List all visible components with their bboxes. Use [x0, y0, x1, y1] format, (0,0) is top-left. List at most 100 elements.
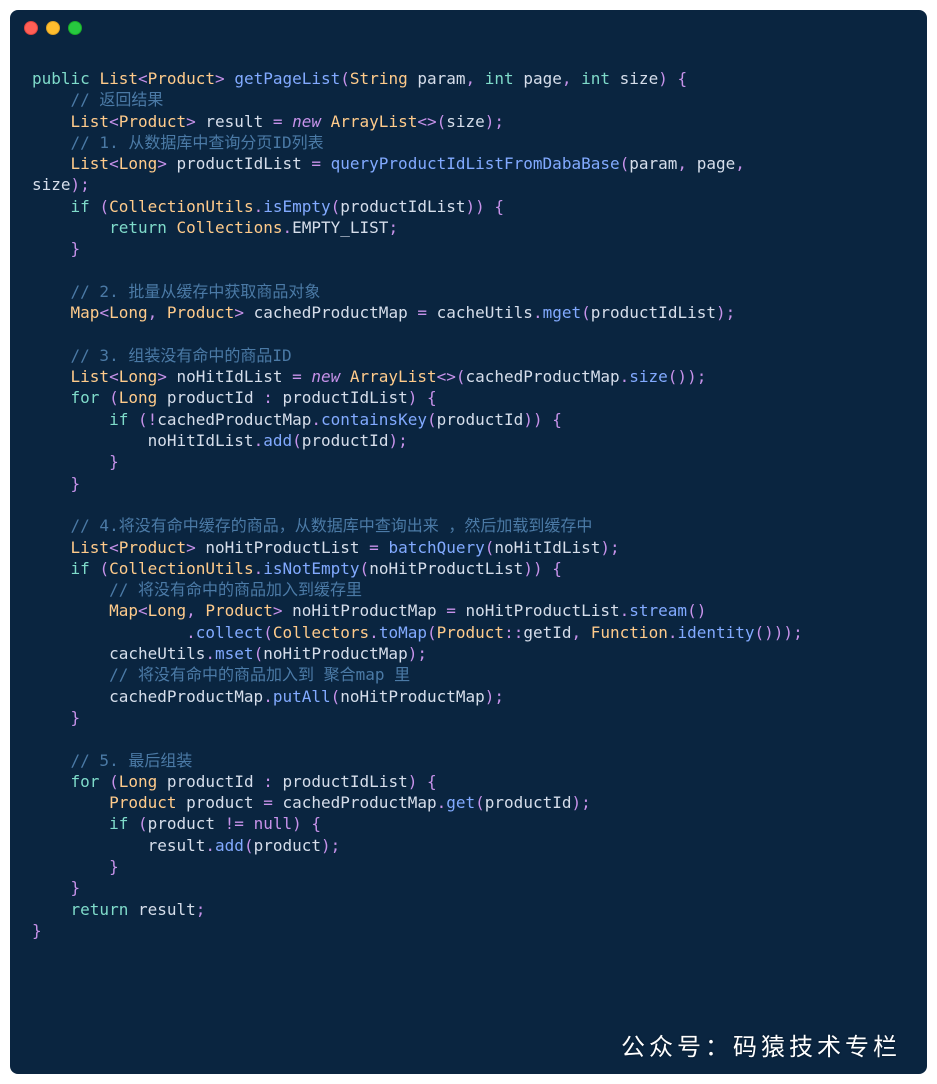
code-token: new [292, 112, 331, 131]
code-token: Long [119, 367, 158, 386]
code-token [32, 708, 71, 727]
code-token: , [186, 601, 205, 620]
code-token: productIdList [177, 154, 312, 173]
code-token: size [446, 112, 485, 131]
code-token: = [446, 601, 465, 620]
code-token: toMap [379, 623, 427, 642]
code-token: new [311, 367, 350, 386]
code-token: ( [340, 69, 350, 88]
code-token: > [157, 154, 176, 173]
code-token: param [408, 69, 466, 88]
code-token: // 将没有命中的商品加入到 聚合map 里 [109, 665, 410, 684]
code-token: . [369, 623, 379, 642]
code-token: noHitIdList [494, 538, 600, 557]
code-token: . [205, 836, 215, 855]
code-token: Product [119, 112, 186, 131]
code-token: ( [581, 303, 591, 322]
code-token: ( [263, 623, 273, 642]
page-frame: public List<Product> getPageList(String … [0, 0, 937, 1084]
code-token: ( [138, 814, 148, 833]
code-token: ArrayList [331, 112, 418, 131]
code-token: productId [302, 431, 389, 450]
code-token: Product [109, 793, 176, 812]
code-token [32, 559, 71, 578]
code-token: Product [437, 623, 504, 642]
code-token: cachedProductMap [466, 367, 620, 386]
code-token [32, 474, 71, 493]
watermark-text: 公众号：码猿技术专栏 [621, 1027, 901, 1062]
code-token: batchQuery [388, 538, 484, 557]
code-token: > [186, 538, 205, 557]
code-token [32, 601, 109, 620]
code-token: ); [600, 538, 619, 557]
code-token: Long [119, 772, 158, 791]
code-token [32, 878, 71, 897]
code-token: CollectionUtils [109, 559, 254, 578]
code-token: () [687, 601, 706, 620]
code-token: productId [437, 410, 524, 429]
code-token: int [581, 69, 610, 88]
code-token [32, 516, 71, 535]
code-token: cacheUtils [32, 644, 205, 663]
code-token: CollectionUtils [109, 197, 254, 216]
code-token: <>( [417, 112, 446, 131]
code-token: noHitProductList [369, 559, 523, 578]
code-token [90, 197, 100, 216]
code-token: Long [119, 388, 158, 407]
code-token: . [254, 431, 264, 450]
code-token: noHitProductList [205, 538, 369, 557]
code-token: noHitIdList [32, 431, 254, 450]
code-token: noHitProductMap [263, 644, 408, 663]
code-token: ) { [292, 814, 321, 833]
minimize-icon[interactable] [46, 21, 60, 35]
code-token [32, 218, 109, 237]
code-token: > [273, 601, 292, 620]
code-token: ); [388, 431, 407, 450]
code-token [90, 559, 100, 578]
code-token: EMPTY_LIST [292, 218, 388, 237]
code-token: page [697, 154, 736, 173]
code-token: , [466, 69, 485, 88]
code-token: . [205, 644, 215, 663]
code-token: ( [254, 644, 264, 663]
code-token: cacheUtils [437, 303, 533, 322]
code-token: ( [331, 687, 341, 706]
code-token: cachedProductMap [157, 410, 311, 429]
code-token [99, 388, 109, 407]
code-token: mget [543, 303, 582, 322]
code-token [90, 69, 100, 88]
code-token [32, 388, 71, 407]
code-token: productId [157, 388, 263, 407]
code-token: get [446, 793, 475, 812]
code-token [32, 772, 71, 791]
code-token: isEmpty [263, 197, 330, 216]
code-token [32, 900, 71, 919]
code-token: String [350, 69, 408, 88]
code-token: if [71, 197, 90, 216]
code-token: putAll [273, 687, 331, 706]
code-token: = [369, 538, 388, 557]
close-icon[interactable] [24, 21, 38, 35]
code-token: } [71, 878, 81, 897]
code-token: getId [523, 623, 571, 642]
code-token: ) { [658, 69, 687, 88]
code-token: != [225, 814, 254, 833]
code-token: identity [677, 623, 754, 642]
code-token: , [735, 154, 754, 173]
code-token: < [109, 112, 119, 131]
maximize-icon[interactable] [68, 21, 82, 35]
code-token: Collections [177, 218, 283, 237]
code-token: Product [167, 303, 234, 322]
code-token: :: [504, 623, 523, 642]
code-token: result [205, 112, 272, 131]
code-token: // 将没有命中的商品加入到缓存里 [109, 580, 362, 599]
code-token [32, 303, 71, 322]
code-token: , [148, 303, 167, 322]
code-token: ()); [668, 367, 707, 386]
code-token: ( [109, 388, 119, 407]
code-token [32, 346, 71, 365]
code-token: size [610, 69, 658, 88]
code-token [32, 452, 109, 471]
code-token: (! [138, 410, 157, 429]
code-token: < [109, 367, 119, 386]
